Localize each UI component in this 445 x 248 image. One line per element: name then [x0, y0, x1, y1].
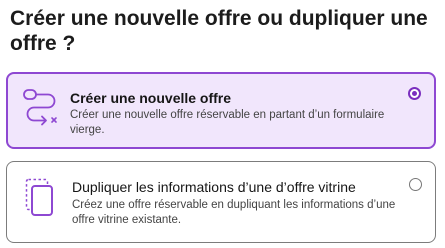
option-description: Créer une nouvelle offre réservable en p… — [70, 109, 385, 136]
radio-selected[interactable] — [408, 87, 421, 100]
option-title: Créer une nouvelle offre — [70, 90, 232, 106]
radio-unselected[interactable] — [409, 178, 422, 191]
option-create-new-offer[interactable]: Créer une nouvelle offre Créer une nouve… — [6, 72, 436, 149]
option-title: Dupliquer les informations d’une d’offre… — [72, 179, 356, 195]
option-description: Créez une offre réservable en dupliquant… — [72, 199, 396, 226]
duplicate-document-icon — [25, 178, 55, 218]
route-path-icon — [22, 88, 64, 126]
offer-creation-page: Créer une nouvelle offre ou dupliquer un… — [0, 0, 445, 248]
page-title: Créer une nouvelle offre ou dupliquer un… — [10, 7, 428, 55]
option-duplicate-offer[interactable]: Dupliquer les informations d’une d’offre… — [6, 161, 436, 243]
